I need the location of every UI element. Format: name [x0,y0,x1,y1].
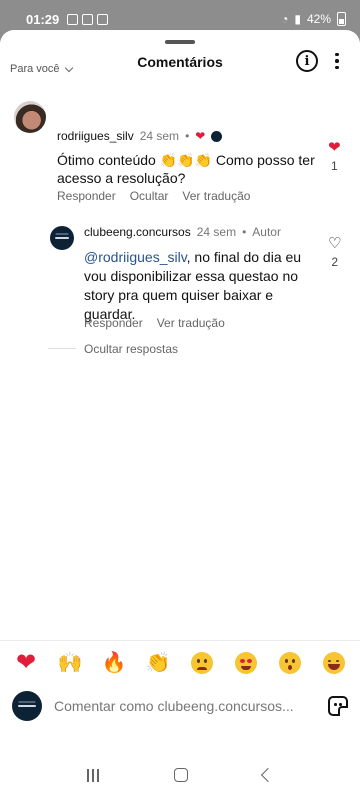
commenter-avatar[interactable] [14,101,46,133]
reply-header: clubeeng.concursos 24 sem • Autor [84,225,281,239]
wifi-icon: ◔ [281,12,289,26]
comment-header: rodriigues_silv 24 sem • ❤ [57,129,223,143]
comment-like-count: 1 [330,159,338,173]
comment-text: Ótimo conteúdo 👏👏👏 Como posso ter acesso… [57,152,315,186]
reply-username[interactable]: clubeeng.concursos [84,225,191,239]
sort-filter-label: Para você [10,63,60,75]
reply-author-avatar[interactable] [50,226,74,250]
heart-filled-icon[interactable]: ❤ [328,140,341,155]
current-user-avatar [12,691,42,721]
heart-eyes-emoji-icon[interactable] [233,650,259,676]
recent-apps-icon[interactable] [87,768,100,782]
info-icon[interactable]: i [296,50,318,72]
sort-filter-dropdown[interactable]: Para você [10,63,73,75]
sad-face-emoji-icon[interactable] [189,650,215,676]
clapping-emoji-icon[interactable]: 👏 [145,650,171,676]
surprised-face-emoji-icon[interactable] [277,650,303,676]
commenter-username[interactable]: rodriigues_silv [57,129,134,143]
separator-dot: • [242,225,247,239]
comment-like: ❤ 1 [328,140,341,173]
reply-reply-button[interactable]: Responder [84,316,143,330]
reply-time: 24 sem [196,225,237,239]
comment-input-row [0,684,360,728]
status-time: 01:29 [26,11,60,27]
hide-comment-button[interactable]: Ocultar [130,189,169,203]
emoji-quick-bar: ❤ 🙌 🔥 👏 [0,640,360,684]
reply-text: @rodriigues_silv, no final do dia eu vou… [84,248,312,324]
raising-hands-emoji-icon[interactable]: 🙌 [57,650,83,676]
author-badge: Autor [252,225,281,239]
signal-icon: ▮ [294,12,301,26]
liked-by-author-avatar [211,130,223,142]
comment-time: 24 sem [139,129,180,143]
check-icon [97,13,109,25]
status-notification-icons [67,13,109,25]
sticker-icon[interactable] [328,696,348,716]
separator-dot: • [185,129,190,143]
replies-divider [48,348,76,349]
reply-like-count: 2 [331,255,339,269]
chevron-down-icon [64,63,73,72]
gallery-icon [67,13,79,25]
fire-emoji-icon[interactable]: 🔥 [101,650,127,676]
reply-like: ♡ 2 [328,236,341,269]
system-nav-bar [0,750,360,800]
back-icon[interactable] [260,767,275,783]
translate-button[interactable]: Ver tradução [182,189,250,203]
reply-actions: Responder Ver tradução [84,316,225,330]
reply-translate-button[interactable]: Ver tradução [157,316,225,330]
reply-button[interactable]: Responder [57,189,116,203]
liked-by-author-heart-icon: ❤ [195,129,206,143]
sheet-drag-handle[interactable] [165,40,195,44]
battery-icon [337,12,346,26]
battery-percent: 42% [306,12,331,26]
mention-link[interactable]: @rodriigues_silv [84,249,187,265]
calendar-icon [82,13,94,25]
hide-replies-button[interactable]: Ocultar respostas [84,342,178,356]
status-system-icons: ◔ ▮ 42% [281,12,346,26]
laughing-face-emoji-icon[interactable] [321,650,347,676]
comment-actions: Responder Ocultar Ver tradução [57,189,250,203]
comment-input[interactable] [54,698,328,714]
heart-emoji-icon[interactable]: ❤ [13,650,39,676]
more-options-icon[interactable] [330,50,344,72]
home-icon[interactable] [173,768,188,782]
heart-outline-icon[interactable]: ♡ [328,236,341,251]
